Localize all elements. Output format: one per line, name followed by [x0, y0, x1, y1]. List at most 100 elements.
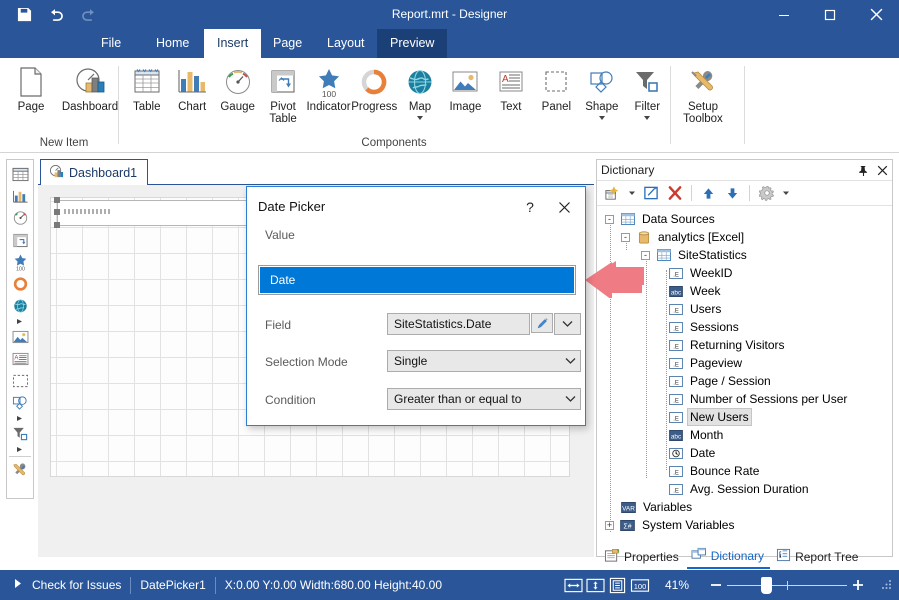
document-tab-dashboard1[interactable]: Dashboard1 [40, 159, 148, 185]
toolbox-shape-icon[interactable] [8, 392, 32, 414]
tree-item-new-users[interactable]: .E New Users [597, 408, 892, 426]
ribbon-button-indicator[interactable]: 100 Indicator [306, 61, 351, 113]
ribbon-button-panel[interactable]: Panel [534, 61, 579, 113]
tree-item-bounce-rate[interactable]: .E Bounce Rate [597, 462, 892, 480]
toolbox-setup-toolbox-icon[interactable] [8, 459, 32, 481]
resize-handle-ml[interactable] [54, 209, 60, 215]
ribbon-button-table[interactable]: Table [124, 61, 169, 113]
toolbox-indicator-icon[interactable]: 100 [8, 251, 32, 273]
ribbon-button-text[interactable]: A Text [488, 61, 533, 113]
tab-file[interactable]: File [88, 29, 134, 58]
filter-dropdown-caret[interactable] [644, 116, 650, 120]
edit-icon[interactable] [640, 183, 661, 204]
tree-item-week[interactable]: abc Week [597, 282, 892, 300]
status-expand-icon[interactable] [14, 578, 23, 592]
redo-icon[interactable] [78, 4, 98, 24]
tree-item-sessions[interactable]: .E Sessions [597, 318, 892, 336]
zoom-100-icon[interactable]: 100 [629, 574, 651, 596]
tab-dictionary[interactable]: Dictionary [687, 545, 770, 569]
tab-preview[interactable]: Preview [377, 29, 447, 58]
move-up-icon[interactable] [698, 183, 719, 204]
value-list-box[interactable]: Date [258, 265, 576, 295]
tree-item-variables[interactable]: VAR Variables [597, 498, 892, 516]
field-edit-button[interactable] [531, 313, 553, 333]
toolbox-chart-icon[interactable] [8, 185, 32, 207]
close-icon[interactable] [877, 165, 888, 176]
field-dropdown-button[interactable] [554, 313, 581, 335]
pin-icon[interactable] [858, 165, 869, 177]
toolbox-panel-icon[interactable] [8, 370, 32, 392]
tree-expander[interactable]: - [621, 233, 630, 242]
resize-handle-tl[interactable] [54, 197, 60, 203]
tree-item-system-variables[interactable]: + Σ# System Variables [597, 516, 892, 534]
check-for-issues-label[interactable]: Check for Issues [32, 578, 121, 592]
ribbon-button-chart[interactable]: Chart [169, 61, 214, 113]
chevron-down-icon[interactable] [560, 389, 580, 409]
tab-insert[interactable]: Insert [204, 29, 261, 58]
ribbon-button-setup-toolbox[interactable]: Setup Toolbox [674, 61, 732, 125]
ribbon-button-map[interactable]: Map [397, 61, 442, 120]
dialog-close-button[interactable] [552, 197, 576, 217]
toolbox-image-icon[interactable] [8, 326, 32, 348]
condition-select[interactable]: Greater than or equal to [387, 388, 581, 410]
fit-page-icon[interactable] [607, 574, 629, 596]
resize-grip[interactable] [879, 577, 893, 594]
ribbon-button-page[interactable]: Page [4, 61, 58, 113]
ribbon-button-image[interactable]: Image [443, 61, 488, 113]
tree-item-users[interactable]: .E Users [597, 300, 892, 318]
tree-item-sitestatistics[interactable]: - SiteStatistics [597, 246, 892, 264]
chevron-down-icon[interactable] [560, 351, 580, 371]
toolbox-pivot-table-icon[interactable] [8, 229, 32, 251]
tab-home[interactable]: Home [143, 29, 202, 58]
ribbon-button-gauge[interactable]: Gauge [215, 61, 260, 113]
dictionary-tree[interactable]: - Data Sources - analytics [Excel] - [597, 206, 892, 536]
new-item-icon[interactable] [602, 183, 623, 204]
toolbox-gauge-icon[interactable] [8, 207, 32, 229]
shape-dropdown-caret[interactable] [599, 116, 605, 120]
tab-page[interactable]: Page [260, 29, 315, 58]
ribbon-button-filter[interactable]: Filter [625, 61, 670, 120]
toolbox-progress-icon[interactable] [8, 273, 32, 295]
tree-item-number-of-sessions-per-user[interactable]: .E Number of Sessions per User [597, 390, 892, 408]
resize-handle-bl[interactable] [54, 222, 60, 228]
delete-icon[interactable] [664, 183, 685, 204]
minimize-button[interactable] [761, 0, 807, 29]
ribbon-button-dashboard[interactable]: Dashboard [58, 61, 122, 113]
tab-layout[interactable]: Layout [314, 29, 378, 58]
align-height-icon[interactable] [585, 574, 607, 596]
tab-report-tree[interactable]: Report Tree [772, 546, 864, 568]
tree-item-weekid[interactable]: .E WeekID [597, 264, 892, 282]
settings-dropdown-caret[interactable] [780, 183, 791, 204]
tree-expander[interactable]: - [605, 215, 614, 224]
tree-item-page-session[interactable]: .E Page / Session [597, 372, 892, 390]
toolbox-shape-dropdown-caret[interactable] [8, 414, 32, 423]
undo-icon[interactable] [46, 4, 66, 24]
ribbon-button-pivot-table[interactable]: Pivot Table [260, 61, 305, 125]
toolbox-text-icon[interactable]: A [8, 348, 32, 370]
tree-expander[interactable]: + [605, 521, 614, 530]
close-button[interactable] [853, 0, 899, 29]
zoom-in-button[interactable] [847, 574, 869, 596]
toolbox-map-dropdown-caret[interactable] [8, 317, 32, 326]
zoom-slider-track[interactable] [727, 585, 847, 586]
maximize-button[interactable] [807, 0, 853, 29]
map-dropdown-caret[interactable] [417, 116, 423, 120]
move-down-icon[interactable] [722, 183, 743, 204]
zoom-slider[interactable] [727, 585, 847, 586]
tree-item-date[interactable]: Date [597, 444, 892, 462]
field-value-box[interactable]: SiteStatistics.Date [387, 313, 530, 335]
dialog-help-button[interactable]: ? [519, 197, 541, 217]
toolbox-map-icon[interactable] [8, 295, 32, 317]
align-width-icon[interactable] [563, 574, 585, 596]
toolbox-table-icon[interactable] [8, 163, 32, 185]
save-icon[interactable] [14, 4, 34, 24]
tree-item-month[interactable]: abc Month [597, 426, 892, 444]
value-selected-item[interactable]: Date [260, 267, 574, 293]
tree-item-avg-session-duration[interactable]: .E Avg. Session Duration [597, 480, 892, 498]
tree-item-analytics-excel[interactable]: - analytics [Excel] [597, 228, 892, 246]
tree-item-data-sources[interactable]: - Data Sources [597, 210, 892, 228]
zoom-out-button[interactable] [705, 574, 727, 596]
tree-expander[interactable]: - [641, 251, 650, 260]
tab-properties[interactable]: Properties [600, 546, 685, 569]
toolbox-filter-dropdown-caret[interactable] [8, 445, 32, 454]
